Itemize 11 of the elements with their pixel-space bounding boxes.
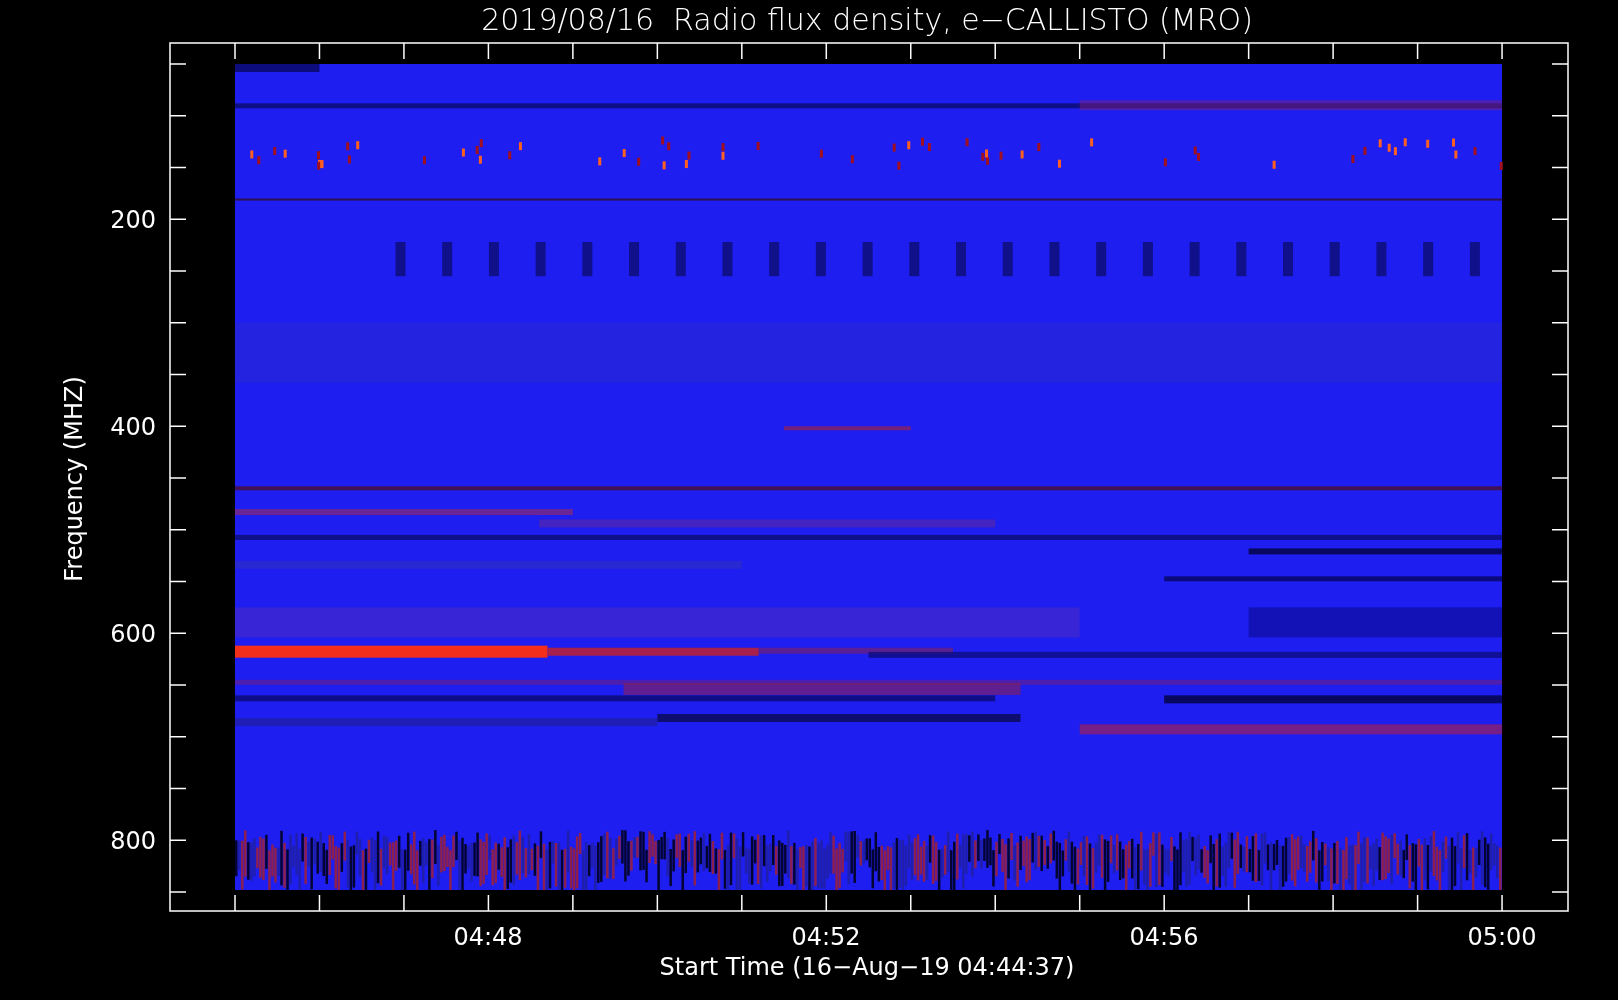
plot-title: 2019/08/16 Radio flux density, e−CALLISTO (MRO) [481,2,1253,37]
x-tick-label: 04:48 [453,923,523,951]
x-axis-label: Start Time (16−Aug−19 04:44:37) [659,953,1075,981]
x-tick-label: 04:52 [791,923,861,951]
y-tick-label: 200 [110,206,156,235]
x-tick-label: 04:56 [1129,923,1199,951]
y-axis-label: Frequency (MHZ) [60,376,88,582]
y-tick-label: 600 [110,620,156,649]
y-tick-label: 400 [110,413,156,442]
y-tick-label: 800 [110,827,156,856]
x-tick-label: 05:00 [1467,923,1537,951]
